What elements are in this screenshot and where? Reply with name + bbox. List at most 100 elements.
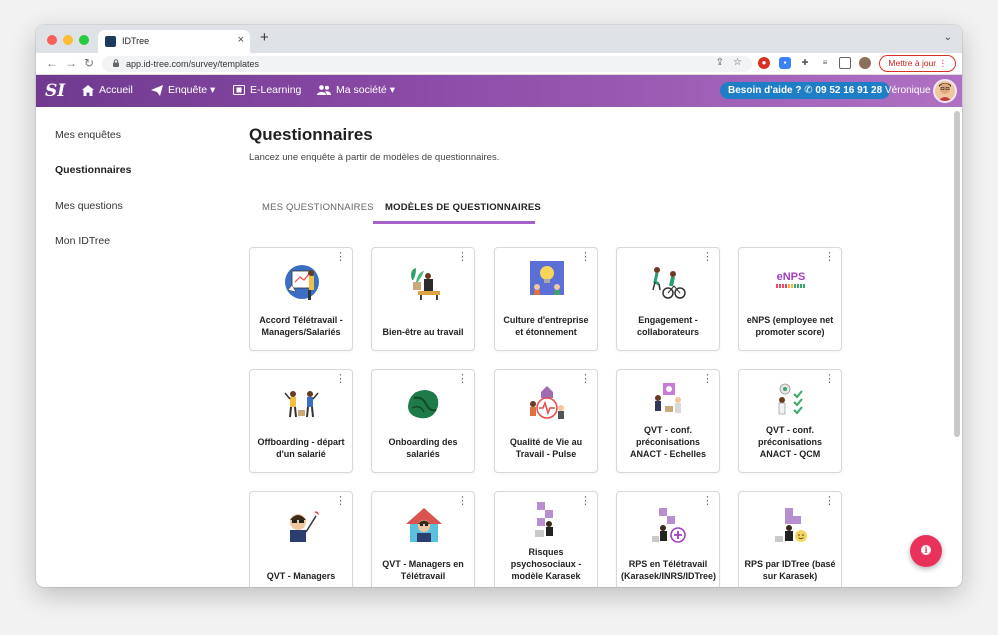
sidebar-item-mon-idtree[interactable]: Mon IDTree — [55, 235, 110, 247]
card-label: Engagement - collaborateurs — [636, 315, 700, 337]
card-label: RPS en Télétravail (Karasek/INRS/IDTree) — [621, 559, 717, 581]
update-button-label: Mettre à jour — [888, 58, 937, 68]
card-menu-icon[interactable]: ⋮ — [824, 496, 835, 507]
profile-avatar[interactable] — [859, 57, 871, 69]
maximize-window-button[interactable] — [79, 35, 89, 45]
close-window-button[interactable] — [47, 35, 57, 45]
rps-idtree-illustration-icon — [775, 508, 807, 542]
nav-elearning-label: E-Learning — [250, 84, 302, 96]
nav-ma-societe[interactable]: Ma société ▾ — [317, 84, 395, 96]
card-menu-icon[interactable]: ⋮ — [457, 252, 468, 263]
card-menu-icon[interactable]: ⋮ — [457, 496, 468, 507]
template-card[interactable]: ⋮ Accord Télétravail - Managers/Salariés — [249, 247, 353, 351]
card-menu-icon[interactable]: ⋮ — [335, 374, 346, 385]
card-menu-icon[interactable]: ⋮ — [335, 496, 346, 507]
nav-enquete[interactable]: Enquête ▾ — [151, 84, 215, 96]
idtree-logo[interactable]: SI — [45, 81, 65, 101]
forward-button[interactable]: → — [65, 56, 77, 70]
sidebar-item-mes-enquetes[interactable]: Mes enquêtes — [55, 129, 121, 141]
card-menu-icon[interactable]: ⋮ — [702, 374, 713, 385]
tab-modeles-de-questionnaires[interactable]: MODÈLES DE QUESTIONNAIRES — [385, 202, 541, 213]
card-label: Bien-être au travail — [382, 327, 464, 337]
template-card[interactable]: ⋮ Onboarding des salariés — [371, 369, 475, 473]
card-menu-icon[interactable]: ⋮ — [580, 374, 591, 385]
card-menu-icon[interactable]: ⋮ — [702, 252, 713, 263]
template-card[interactable]: ⋮ eNPS eNPS (employee net promoter score… — [738, 247, 842, 351]
card-menu-icon[interactable]: ⋮ — [457, 374, 468, 385]
tab-close-icon[interactable]: × — [238, 34, 244, 46]
qvt-echelles-illustration-icon — [655, 383, 681, 413]
reading-list-icon[interactable]: ≡ — [819, 57, 831, 69]
active-tab-indicator — [373, 221, 535, 224]
qvt-teletravail-illustration-icon — [406, 508, 442, 542]
tab-mes-questionnaires[interactable]: MES QUESTIONNAIRES — [262, 202, 374, 213]
qvt-pulse-illustration-icon — [530, 386, 564, 419]
template-card[interactable]: ⋮ QVT - Managers en Télétravail — [371, 491, 475, 587]
nav-enquete-label: Enquête ▾ — [168, 84, 216, 96]
card-menu-icon[interactable]: ⋮ — [580, 496, 591, 507]
card-menu-icon[interactable]: ⋮ — [580, 252, 591, 263]
wellbeing-illustration-icon — [411, 268, 440, 300]
card-menu-icon[interactable]: ⋮ — [702, 496, 713, 507]
page-scrollbar[interactable] — [954, 111, 960, 437]
template-card[interactable]: ⋮ Risques psychosociaux - modèle Karasek — [494, 491, 598, 587]
help-phone-button[interactable]: Besoin d'aide ? ✆ 09 52 16 91 28 — [720, 82, 891, 99]
template-card[interactable]: ⋮ QVT - conf. préconisations ANACT - Ech… — [616, 369, 720, 473]
template-card[interactable]: ⋮ RPS en Télétravail (Karasek/INRS/IDTre… — [616, 491, 720, 587]
back-button[interactable]: ← — [46, 56, 58, 70]
template-card[interactable]: ⋮ QVT - conf. préconisations ANACT - QCM — [738, 369, 842, 473]
bookmark-star-icon[interactable]: ☆ — [733, 57, 742, 68]
card-label: Accord Télétravail - Managers/Salariés — [259, 315, 343, 337]
minimize-window-button[interactable] — [63, 35, 73, 45]
card-label: Qualité de Vie au Travail - Pulse — [509, 437, 583, 459]
template-card[interactable]: ⋮ Bien-être au travail — [371, 247, 475, 351]
extension-icon[interactable]: ▪ — [779, 57, 791, 69]
update-browser-button[interactable]: Mettre à jour ⋮ — [879, 55, 956, 72]
share-icon[interactable]: ⇪ — [716, 57, 724, 68]
enps-badge-text: eNPS — [777, 271, 806, 283]
card-label: Onboarding des salariés — [388, 437, 458, 459]
tab-strip: IDTree × + ⌄ — [36, 25, 962, 53]
sidebar-toggle-icon[interactable] — [839, 57, 851, 69]
template-card[interactable]: ⋮ Qualité de Vie au Travail - Pulse — [494, 369, 598, 473]
template-card[interactable]: ⋮ Culture d'entreprise et étonnement — [494, 247, 598, 351]
users-icon — [317, 85, 331, 95]
card-menu-icon[interactable]: ⋮ — [824, 374, 835, 385]
user-avatar[interactable] — [933, 79, 957, 103]
sidebar-item-questionnaires[interactable]: Questionnaires — [55, 164, 131, 176]
info-help-button[interactable]: i — [910, 535, 942, 567]
paper-plane-icon — [151, 84, 163, 96]
rps-karasek-illustration-icon — [535, 502, 553, 537]
puzzle-extensions-icon[interactable]: ✚ — [799, 57, 811, 69]
sidebar-item-mes-questions[interactable]: Mes questions — [55, 200, 123, 212]
culture-illustration-icon — [530, 261, 564, 295]
card-label: Culture d'entreprise et étonnement — [503, 315, 589, 337]
card-menu-icon[interactable]: ⋮ — [335, 252, 346, 263]
tab-list-chevron-icon[interactable]: ⌄ — [944, 32, 952, 43]
template-card[interactable]: ⋮ QVT - Managers — [249, 491, 353, 587]
browser-menu-icon[interactable]: ⋮ — [939, 58, 948, 68]
nav-elearning[interactable]: E-Learning — [233, 84, 301, 96]
page-subtitle: Lancez une enquête à partir de modèles d… — [249, 152, 500, 163]
new-tab-button[interactable]: + — [260, 29, 269, 46]
enps-illustration-icon: eNPS — [776, 271, 806, 288]
card-label: QVT - Managers en Télétravail — [382, 559, 464, 581]
qvt-qcm-illustration-icon — [778, 383, 803, 415]
url-bar[interactable]: app.id-tree.com/survey/templates ⇪ ☆ — [102, 56, 752, 72]
rps-teletravail-illustration-icon — [652, 508, 686, 543]
info-icon: i — [921, 545, 931, 555]
adblock-extension-icon[interactable]: ● — [758, 57, 770, 69]
template-card[interactable]: ⋮ RPS par IDTree (basé sur Karasek) — [738, 491, 842, 587]
card-menu-icon[interactable]: ⋮ — [824, 252, 835, 263]
url-text: app.id-tree.com/survey/templates — [126, 59, 260, 69]
nav-accueil[interactable]: Accueil — [82, 84, 133, 96]
nav-ma-societe-label: Ma société ▾ — [336, 84, 395, 96]
reload-button[interactable]: ↻ — [84, 56, 94, 70]
qvt-managers-illustration-icon — [290, 511, 319, 542]
card-label: eNPS (employee net promoter score) — [746, 315, 834, 337]
browser-tab[interactable]: IDTree × — [98, 30, 250, 53]
template-card[interactable]: ⋮ Engagement - collaborateurs — [616, 247, 720, 351]
card-label: QVT - conf. préconisations ANACT - QCM — [757, 425, 822, 459]
template-card[interactable]: ⋮ Offboarding - départ d'un salarié — [249, 369, 353, 473]
user-name[interactable]: Véronique — [885, 85, 931, 96]
